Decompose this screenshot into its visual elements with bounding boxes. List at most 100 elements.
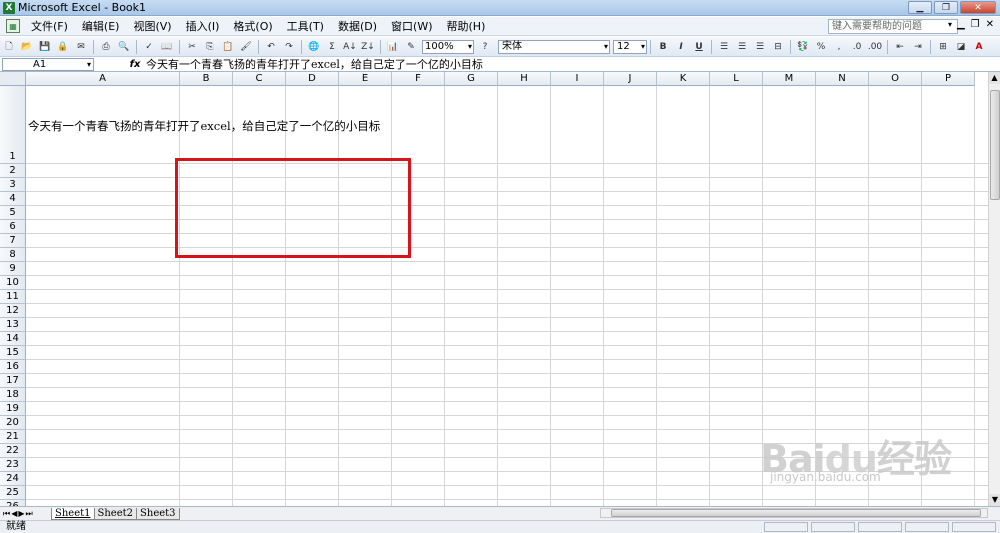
align-right-icon[interactable]: ☰ [753, 40, 767, 54]
row-header-17[interactable]: 17 [0, 374, 26, 388]
row-header-21[interactable]: 21 [0, 430, 26, 444]
row-header-18[interactable]: 18 [0, 388, 26, 402]
row-header-12[interactable]: 12 [0, 304, 26, 318]
menu-insert[interactable]: 插入(I) [179, 17, 227, 36]
column-header-m[interactable]: M [763, 72, 816, 86]
column-header-o[interactable]: O [869, 72, 922, 86]
align-left-icon[interactable]: ☰ [717, 40, 731, 54]
row-header-5[interactable]: 5 [0, 206, 26, 220]
menu-window[interactable]: 窗口(W) [384, 17, 439, 36]
workbook-icon[interactable]: ▦ [6, 19, 20, 33]
column-header-k[interactable]: K [657, 72, 710, 86]
row-header-19[interactable]: 19 [0, 402, 26, 416]
italic-button[interactable]: I [674, 40, 688, 54]
row-header-13[interactable]: 13 [0, 318, 26, 332]
row-header-25[interactable]: 25 [0, 486, 26, 500]
prev-sheet-icon[interactable]: ◀ [11, 509, 17, 519]
merge-center-icon[interactable]: ⊟ [771, 40, 785, 54]
undo-icon[interactable]: ↶ [264, 40, 278, 54]
workbook-close-button[interactable]: ✕ [986, 19, 994, 30]
copy-icon[interactable]: ⎘ [203, 40, 217, 54]
chart-wizard-icon[interactable]: 📊 [386, 40, 400, 54]
borders-icon[interactable]: ⊞ [936, 40, 950, 54]
row-header-6[interactable]: 6 [0, 220, 26, 234]
workbook-restore-button[interactable]: ❐ [971, 19, 980, 30]
open-icon[interactable]: 📂 [20, 40, 34, 54]
currency-icon[interactable]: 💱 [796, 40, 810, 54]
redo-icon[interactable]: ↷ [282, 40, 296, 54]
column-header-l[interactable]: L [710, 72, 763, 86]
insert-function-icon[interactable]: fx [124, 59, 146, 70]
fill-color-icon[interactable]: ◪ [954, 40, 968, 54]
select-all-corner[interactable] [0, 72, 26, 86]
print-icon[interactable]: ⎙ [99, 40, 113, 54]
column-header-n[interactable]: N [816, 72, 869, 86]
bold-button[interactable]: B [656, 40, 670, 54]
column-header-c[interactable]: C [233, 72, 286, 86]
row-header-16[interactable]: 16 [0, 360, 26, 374]
workbook-minimize-button[interactable]: ▁ [957, 19, 965, 30]
menu-tools[interactable]: 工具(T) [280, 17, 331, 36]
row-header-8[interactable]: 8 [0, 248, 26, 262]
column-header-g[interactable]: G [445, 72, 498, 86]
menu-edit[interactable]: 编辑(E) [75, 17, 127, 36]
format-painter-icon[interactable]: 🖌 [239, 40, 253, 54]
row-header-24[interactable]: 24 [0, 472, 26, 486]
font-name-select[interactable]: 宋体 [498, 39, 610, 54]
column-header-e[interactable]: E [339, 72, 392, 86]
column-header-d[interactable]: D [286, 72, 339, 86]
font-size-select[interactable]: 12 [613, 39, 647, 54]
drawing-icon[interactable]: ✎ [404, 40, 418, 54]
sort-ascending-icon[interactable]: A↓ [343, 40, 357, 54]
scroll-up-icon[interactable]: ▲ [989, 72, 1000, 84]
align-center-icon[interactable]: ☰ [735, 40, 749, 54]
vertical-scroll-thumb[interactable] [990, 90, 1000, 200]
email-icon[interactable]: ✉ [74, 40, 88, 54]
tab-sheet2[interactable]: Sheet2 [93, 507, 138, 520]
percent-button[interactable]: % [814, 40, 828, 54]
row-header-3[interactable]: 3 [0, 178, 26, 192]
tab-sheet1[interactable]: Sheet1 [51, 507, 95, 520]
row-header-4[interactable]: 4 [0, 192, 26, 206]
row-header-7[interactable]: 7 [0, 234, 26, 248]
hyperlink-icon[interactable]: 🌐 [307, 40, 321, 54]
horizontal-scrollbar[interactable] [600, 508, 988, 518]
row-header-23[interactable]: 23 [0, 458, 26, 472]
row-header-2[interactable]: 2 [0, 164, 26, 178]
horizontal-scroll-thumb[interactable] [611, 509, 981, 517]
cell-a1[interactable]: 今天有一个青春飞扬的青年打开了excel，给自己定了一个亿的小目标 [28, 118, 380, 134]
row-header-9[interactable]: 9 [0, 262, 26, 276]
cut-icon[interactable]: ✂ [185, 40, 199, 54]
print-preview-icon[interactable]: 🔍 [117, 40, 131, 54]
column-header-i[interactable]: I [551, 72, 604, 86]
increase-decimal-icon[interactable]: .0 [850, 40, 864, 54]
menu-format[interactable]: 格式(O) [226, 17, 279, 36]
row-header-14[interactable]: 14 [0, 332, 26, 346]
first-sheet-icon[interactable]: ⏮ [3, 509, 10, 519]
autosum-icon[interactable]: Σ [325, 40, 339, 54]
new-icon[interactable]: 🗋 [2, 40, 16, 54]
row-header-15[interactable]: 15 [0, 346, 26, 360]
menu-view[interactable]: 视图(V) [126, 17, 178, 36]
row-header-1[interactable]: 1 [0, 86, 26, 164]
column-header-f[interactable]: F [392, 72, 445, 86]
column-header-j[interactable]: J [604, 72, 657, 86]
close-button[interactable]: ✕ [960, 1, 996, 14]
comma-button[interactable]: , [832, 40, 846, 54]
sort-descending-icon[interactable]: Z↓ [361, 40, 375, 54]
column-header-h[interactable]: H [498, 72, 551, 86]
restore-button[interactable]: ❐ [934, 1, 958, 14]
formula-input[interactable]: 今天有一个青春飞扬的青年打开了excel，给自己定了一个亿的小目标 [146, 56, 483, 72]
decrease-decimal-icon[interactable]: .00 [868, 40, 882, 54]
help-dropdown-icon[interactable]: ▾ [948, 20, 952, 29]
font-color-button[interactable]: A [972, 40, 986, 54]
menu-file[interactable]: 文件(F) [24, 17, 75, 36]
underline-button[interactable]: U [692, 40, 706, 54]
save-icon[interactable]: 💾 [38, 40, 52, 54]
paste-icon[interactable]: 📋 [221, 40, 235, 54]
row-header-11[interactable]: 11 [0, 290, 26, 304]
menu-data[interactable]: 数据(D) [331, 17, 384, 36]
column-header-b[interactable]: B [180, 72, 233, 86]
decrease-indent-icon[interactable]: ⇤ [893, 40, 907, 54]
permission-icon[interactable]: 🔒 [56, 40, 70, 54]
